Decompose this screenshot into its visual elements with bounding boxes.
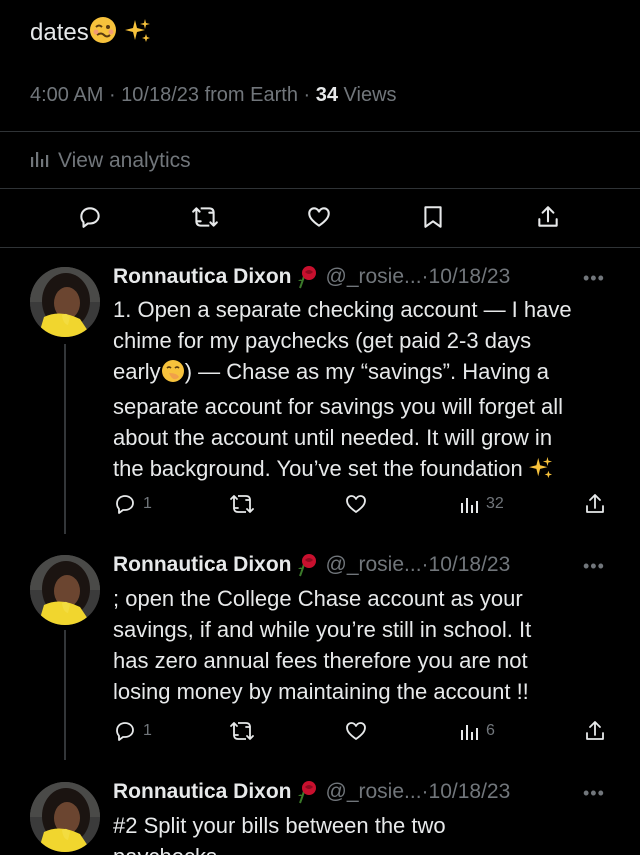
share-button[interactable] (532, 201, 564, 233)
reply-line: #2 Split your bills between the two (113, 813, 446, 838)
reply-line: paychecks (113, 841, 613, 855)
reply-count: 1 (143, 722, 152, 739)
reply-line: 1. Open a separate checking account — I … (113, 297, 572, 322)
reply-line: early (113, 359, 161, 384)
thread-line (64, 344, 66, 534)
sparkles-emoji (528, 456, 553, 488)
tweet-time: 4:00 AM (30, 84, 104, 106)
share-icon (538, 206, 558, 227)
analytics-icon (461, 498, 478, 513)
reply-line: ) — Chase as my “savings”. Having a (184, 359, 550, 384)
avatar[interactable] (30, 782, 100, 852)
like-icon (346, 495, 366, 513)
view-analytics-link[interactable]: View analytics (30, 148, 191, 174)
retweet-icon (230, 722, 254, 740)
author-name[interactable]: Ronnautica Dixon (113, 265, 292, 289)
analytics-icon (30, 148, 50, 174)
reply-text: #2 Split your bills between the two payc… (113, 810, 613, 855)
hand-over-mouth-emoji (161, 359, 185, 391)
reply-button[interactable] (74, 201, 106, 233)
reply-header: Ronnautica Dixon @_rosie... · 10/18/23 (113, 264, 511, 290)
reply-icon (116, 722, 134, 741)
reply-date[interactable]: 10/18/23 (429, 553, 511, 577)
views-label: Views (343, 84, 397, 106)
author-handle[interactable]: @_rosie... (326, 780, 422, 804)
bookmark-button[interactable] (417, 201, 449, 233)
divider (0, 188, 640, 189)
reply-line: ; open the College Chase account as your (113, 586, 523, 611)
more-icon[interactable]: ••• (583, 783, 605, 804)
reply-line: about the account until needed. It will … (113, 425, 553, 450)
reply-icon (80, 207, 100, 228)
like-icon (308, 207, 330, 227)
main-tweet-text-tail: dates (30, 19, 89, 46)
reply-line: has zero annual fees therefore you are n… (113, 648, 528, 673)
reply-line: losing money by maintaining the account … (113, 679, 529, 704)
reply-line: chime for my paychecks (get paid 2-3 day… (113, 328, 532, 353)
woozy-face-emoji (89, 16, 117, 54)
reply-text: ; open the College Chase account as your… (113, 583, 613, 707)
like-icon (346, 722, 366, 740)
divider (0, 131, 640, 132)
reply-date[interactable]: 10/18/23 (429, 265, 511, 289)
share-button[interactable] (583, 717, 607, 745)
author-handle[interactable]: @_rosie... (326, 265, 422, 289)
bookmark-icon (424, 206, 442, 228)
reply-header: Ronnautica Dixon @_rosie... · 10/18/23 (113, 552, 511, 578)
retweet-icon (230, 495, 254, 513)
reply-icon (116, 495, 134, 514)
author-name[interactable]: Ronnautica Dixon (113, 780, 292, 804)
rose-emoji (294, 552, 320, 578)
views-button[interactable]: 6 (460, 717, 495, 745)
reply-header: Ronnautica Dixon @_rosie... · 10/18/23 (113, 779, 511, 805)
tweet-date: 10/18/23 (121, 84, 200, 106)
share-button[interactable] (583, 490, 607, 518)
retweet-button[interactable] (229, 717, 255, 745)
view-analytics-label: View analytics (58, 149, 191, 172)
view-count: 6 (486, 722, 495, 739)
reply-actions: 1 6 (113, 717, 613, 745)
author-name[interactable]: Ronnautica Dixon (113, 553, 292, 577)
avatar[interactable] (30, 555, 100, 625)
reply-line: the background. You’ve set the foundatio… (113, 456, 523, 481)
reply-date[interactable]: 10/18/23 (429, 780, 511, 804)
reply-actions: 1 32 (113, 490, 613, 518)
reply-line: separate account for savings you will fo… (113, 394, 564, 419)
main-tweet-actions (0, 197, 640, 237)
views-button[interactable]: 32 (460, 490, 504, 518)
sparkles-emoji (124, 18, 151, 54)
main-tweet-text: dates (30, 0, 151, 54)
reply-text: 1. Open a separate checking account — I … (113, 294, 613, 488)
share-icon (586, 494, 604, 513)
thread-line (64, 630, 66, 760)
like-button[interactable] (344, 490, 368, 518)
share-icon (586, 721, 604, 740)
view-count: 32 (486, 495, 504, 512)
tweet-meta: 4:00 AM · 10/18/23 from Earth · 34 Views (30, 84, 397, 106)
reply-button[interactable]: 1 (113, 717, 152, 745)
more-icon[interactable]: ••• (583, 268, 605, 289)
tweet-source: from Earth (204, 84, 298, 106)
reply-button[interactable]: 1 (113, 490, 152, 518)
retweet-button[interactable] (229, 490, 255, 518)
analytics-icon (461, 725, 478, 740)
like-button[interactable] (344, 717, 368, 745)
author-handle[interactable]: @_rosie... (326, 553, 422, 577)
retweet-icon (192, 207, 218, 227)
avatar[interactable] (30, 267, 100, 337)
views-count: 34 (315, 84, 338, 106)
like-button[interactable] (303, 201, 335, 233)
more-icon[interactable]: ••• (583, 556, 605, 577)
reply-line: savings, if and while you’re still in sc… (113, 617, 532, 642)
reply-count: 1 (143, 495, 152, 512)
retweet-button[interactable] (189, 201, 221, 233)
rose-emoji (294, 779, 320, 805)
rose-emoji (294, 264, 320, 290)
divider (0, 247, 640, 248)
